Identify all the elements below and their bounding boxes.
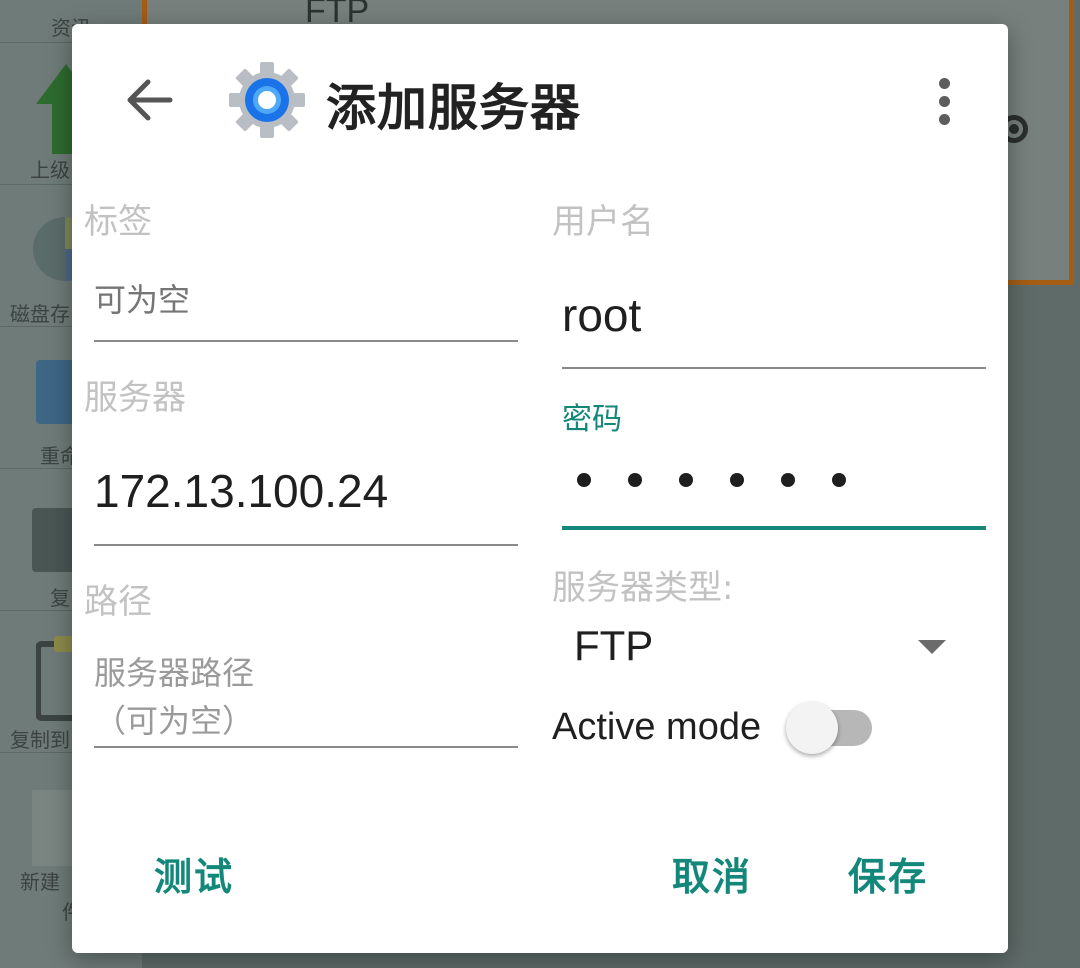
path-input-underline: [94, 746, 518, 748]
arrow-left-icon[interactable]: [124, 78, 174, 122]
dialog-title: 添加服务器: [326, 79, 581, 137]
menu-dot: [939, 78, 950, 89]
switch-thumb: [786, 702, 838, 754]
more-vertical-icon[interactable]: [932, 76, 956, 126]
menu-dot: [939, 96, 950, 107]
server-field-label: 服务器: [84, 378, 186, 418]
cancel-button[interactable]: 取消: [672, 846, 752, 901]
active-mode-switch[interactable]: [786, 702, 872, 754]
label-field-label: 标签: [84, 202, 152, 242]
add-server-dialog: 添加服务器 标签 服务器 172.13.100.24 路径 服务器路径 （可为空…: [72, 24, 1008, 953]
password-dot: [832, 473, 846, 487]
server-type-label: 服务器类型:: [552, 568, 734, 608]
password-dot: [577, 473, 591, 487]
password-input[interactable]: [577, 472, 883, 502]
path-input[interactable]: 服务器路径 （可为空）: [94, 648, 514, 742]
dropdown-arrow-icon[interactable]: [918, 640, 946, 654]
label-input[interactable]: [94, 278, 514, 322]
password-dot: [730, 473, 744, 487]
test-button[interactable]: 测试: [154, 846, 234, 901]
label-input-underline: [94, 340, 518, 342]
password-dot: [628, 473, 642, 487]
username-field-label: 用户名: [552, 202, 654, 242]
menu-dot: [939, 114, 950, 125]
path-placeholder-line2: （可为空）: [94, 702, 255, 740]
path-field-label: 路径: [84, 582, 152, 622]
password-dot: [781, 473, 795, 487]
server-type-select[interactable]: FTP: [574, 622, 653, 670]
username-input-underline: [562, 367, 986, 369]
username-input[interactable]: root: [562, 288, 982, 342]
gear-icon: [229, 62, 305, 138]
password-dot: [679, 473, 693, 487]
password-input-underline: [562, 526, 986, 530]
save-button[interactable]: 保存: [848, 846, 928, 901]
password-field-label: 密码: [562, 402, 622, 437]
server-input[interactable]: 172.13.100.24: [94, 464, 514, 518]
path-placeholder-line1: 服务器路径: [94, 654, 255, 692]
server-input-underline: [94, 544, 518, 546]
active-mode-label: Active mode: [552, 706, 762, 748]
